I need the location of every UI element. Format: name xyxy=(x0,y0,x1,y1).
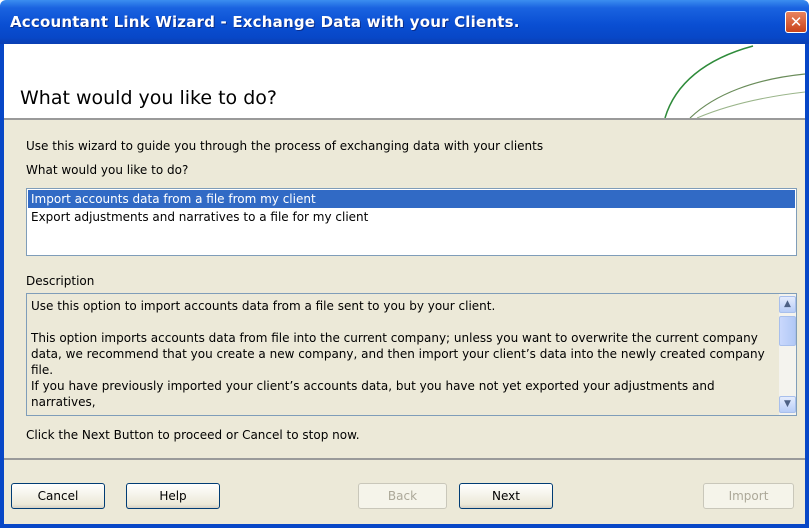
page-title: What would you like to do? xyxy=(20,87,277,109)
scroll-down-button[interactable]: ▼ xyxy=(779,396,796,413)
scrollbar-thumb[interactable] xyxy=(779,316,796,346)
wizard-header: What would you like to do? xyxy=(4,44,805,118)
intro-text: Use this wizard to guide you through the… xyxy=(26,139,544,153)
description-scrollbar[interactable]: ▲ ▼ xyxy=(779,294,796,415)
close-icon: ✕ xyxy=(789,13,803,31)
description-text: Use this option to import accounts data … xyxy=(31,298,771,410)
scroll-up-button[interactable]: ▲ xyxy=(779,296,796,313)
title-bar[interactable]: Accountant Link Wizard - Exchange Data w… xyxy=(0,0,809,44)
description-label: Description xyxy=(26,274,95,288)
close-button[interactable]: ✕ xyxy=(785,11,807,33)
description-paragraph: If you have previously imported your cli… xyxy=(31,379,715,409)
decorative-swoosh-graphic xyxy=(664,45,805,118)
import-button[interactable]: Import xyxy=(703,483,794,509)
description-box: Use this option to import accounts data … xyxy=(26,293,797,416)
window-title: Accountant Link Wizard - Exchange Data w… xyxy=(10,13,520,31)
cancel-button[interactable]: Cancel xyxy=(11,483,105,509)
option-import-accounts[interactable]: Import accounts data from a file from my… xyxy=(28,190,795,208)
window-bottom-border xyxy=(0,524,809,528)
help-button[interactable]: Help xyxy=(126,483,220,509)
scroll-up-arrow-icon: ▲ xyxy=(784,299,791,309)
back-button[interactable]: Back xyxy=(358,483,447,509)
instruction-text: Click the Next Button to proceed or Canc… xyxy=(26,428,360,442)
next-button[interactable]: Next xyxy=(459,483,553,509)
description-paragraph: Use this option to import accounts data … xyxy=(31,299,496,313)
scroll-down-arrow-icon: ▼ xyxy=(784,399,791,409)
question-label: What would you like to do? xyxy=(26,163,189,177)
option-export-adjustments[interactable]: Export adjustments and narratives to a f… xyxy=(28,208,795,226)
description-paragraph: This option imports accounts data from f… xyxy=(31,331,765,377)
options-listbox[interactable]: Import accounts data from a file from my… xyxy=(26,188,797,256)
